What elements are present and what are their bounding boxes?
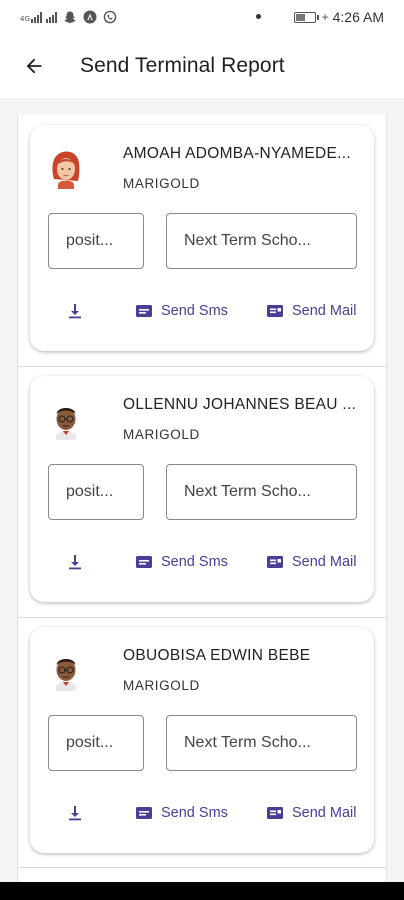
send-mail-button[interactable]: Send Mail [266, 805, 356, 821]
send-sms-button[interactable]: Send Sms [135, 554, 228, 570]
card-divider [18, 617, 386, 618]
position-input[interactable]: posit... [48, 464, 144, 520]
female-avatar-icon [48, 149, 84, 189]
back-button[interactable] [16, 48, 52, 84]
student-name: OBUOBISA EDWIN BEBE [123, 647, 311, 664]
download-button[interactable] [68, 805, 82, 821]
status-icons-left: 4G [20, 10, 117, 24]
position-input[interactable]: posit... [48, 715, 144, 771]
send-mail-label: Send Mail [292, 805, 357, 821]
student-list[interactable]: AMOAH ADOMBA-NYAMEDE... MARIGOLD posit..… [0, 98, 404, 882]
send-mail-button[interactable]: Send Mail [266, 303, 356, 319]
next-term-school-input[interactable]: Next Term Scho... [166, 464, 357, 520]
status-bar: 4G + 4:26 AM [0, 0, 404, 34]
download-button[interactable] [68, 554, 82, 570]
sms-icon [136, 305, 152, 317]
male-avatar-icon [48, 400, 84, 440]
card-actions: Send Sms Send Mail [30, 805, 374, 827]
send-sms-button[interactable]: Send Sms [135, 303, 228, 319]
download-icon [69, 304, 81, 319]
mail-icon [267, 305, 283, 317]
male-avatar-icon [48, 651, 84, 691]
app-a-icon [83, 10, 97, 24]
download-icon [69, 555, 81, 570]
student-card: AMOAH ADOMBA-NYAMEDE... MARIGOLD posit..… [30, 125, 374, 351]
arrow-left-icon [26, 58, 42, 74]
snapchat-icon [63, 10, 77, 24]
download-icon [69, 806, 81, 821]
student-name: AMOAH ADOMBA-NYAMEDE... [123, 145, 351, 162]
card-actions: Send Sms Send Mail [30, 554, 374, 576]
send-sms-label: Send Sms [161, 805, 228, 821]
status-icons-right: + 4:26 AM [293, 0, 384, 34]
send-mail-label: Send Mail [292, 303, 357, 319]
whatsapp-icon [103, 10, 117, 24]
card-divider [18, 867, 386, 868]
student-class: MARIGOLD [123, 678, 200, 693]
student-list-container: AMOAH ADOMBA-NYAMEDE... MARIGOLD posit..… [17, 115, 387, 882]
student-card: OLLENNU JOHANNES BEAU ... MARIGOLD posit… [30, 376, 374, 602]
sms-icon [136, 807, 152, 819]
card-divider [18, 366, 386, 367]
student-name: OLLENNU JOHANNES BEAU ... [123, 396, 357, 413]
send-mail-button[interactable]: Send Mail [266, 554, 356, 570]
mail-icon [267, 556, 283, 568]
next-term-school-input[interactable]: Next Term Scho... [166, 715, 357, 771]
app-bar: Send Terminal Report [0, 34, 404, 98]
notification-dot [256, 14, 261, 19]
next-term-school-input[interactable]: Next Term Scho... [166, 213, 357, 269]
student-card: OBUOBISA EDWIN BEBE MARIGOLD posit... Ne… [30, 627, 374, 853]
student-class: MARIGOLD [123, 427, 200, 442]
student-class: MARIGOLD [123, 176, 200, 191]
send-sms-button[interactable]: Send Sms [135, 805, 228, 821]
position-input[interactable]: posit... [48, 213, 144, 269]
send-mail-label: Send Mail [292, 554, 357, 570]
battery-icon [293, 11, 319, 23]
status-time: 4:26 AM [332, 9, 384, 25]
send-sms-label: Send Sms [161, 303, 228, 319]
charging-icon: + [321, 10, 329, 24]
mail-icon [267, 807, 283, 819]
system-navigation-bar [0, 882, 404, 900]
page-title: Send Terminal Report [80, 54, 285, 77]
signal-icon: 4G [20, 11, 57, 23]
card-actions: Send Sms Send Mail [30, 303, 374, 325]
send-sms-label: Send Sms [161, 554, 228, 570]
sms-icon [136, 556, 152, 568]
network-type-label: 4G [20, 15, 30, 23]
download-button[interactable] [68, 303, 82, 319]
